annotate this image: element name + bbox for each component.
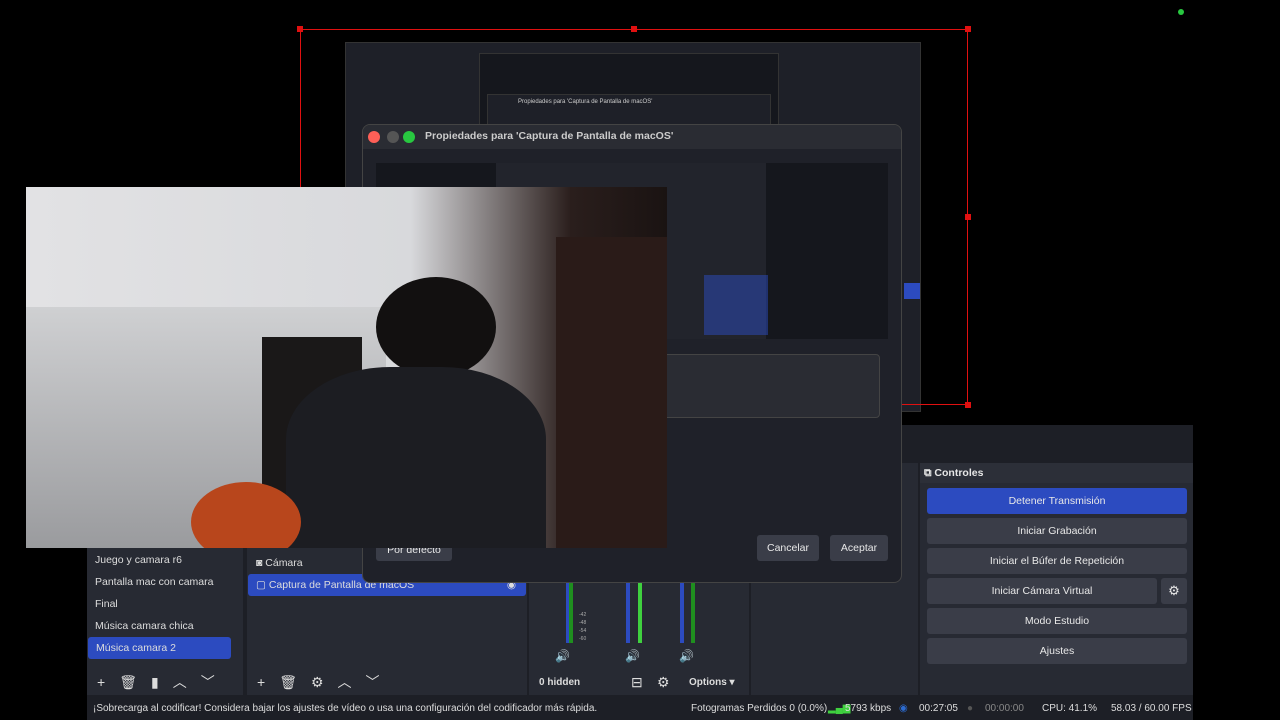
add-icon[interactable]: + bbox=[257, 674, 265, 690]
bitrate: 5793 kbps bbox=[845, 703, 892, 714]
scene-item[interactable]: Juego y camara r6 bbox=[87, 549, 243, 571]
studio-mode-button[interactable]: Modo Estudio bbox=[927, 608, 1187, 634]
virtual-camera-settings-gear-icon[interactable]: ⚙ bbox=[1161, 578, 1187, 604]
volume-icon[interactable]: 🔊 bbox=[625, 649, 640, 663]
settings-button[interactable]: Ajustes bbox=[927, 638, 1187, 664]
dialog-title: Propiedades para 'Captura de Pantalla de… bbox=[425, 130, 674, 142]
stream-time: 00:27:05 bbox=[919, 703, 958, 714]
scene-item[interactable]: Final bbox=[87, 593, 243, 615]
volume-icon[interactable]: 🔊 bbox=[555, 649, 570, 663]
scene-item[interactable]: Música camara chica bbox=[87, 615, 243, 637]
scenes-toolbar: + 🗑 ▮ ︿ ﹀ bbox=[87, 669, 243, 695]
add-icon[interactable]: + bbox=[97, 674, 105, 690]
accept-button[interactable]: Aceptar bbox=[830, 535, 888, 561]
controls-dock: ⧉ Controles Detener Transmisión Iniciar … bbox=[920, 463, 1193, 695]
encoder-warning: ¡Sobrecarga al codificar! Considera baja… bbox=[93, 703, 598, 714]
advanced-audio-icon[interactable]: ⚙ bbox=[657, 674, 683, 691]
sources-toolbar: + 🗑 ⚙ ︿ ﹀ bbox=[247, 669, 527, 695]
scene-item[interactable]: Pantalla mac con camara bbox=[87, 571, 243, 593]
close-icon[interactable] bbox=[368, 131, 380, 143]
minimize-icon[interactable] bbox=[387, 131, 399, 143]
trash-icon[interactable]: 🗑 bbox=[279, 674, 297, 691]
trash-icon[interactable]: 🗑 bbox=[119, 674, 137, 691]
virtual-camera-button[interactable]: Iniciar Cámara Virtual bbox=[927, 578, 1157, 604]
volume-icon[interactable]: 🔊 bbox=[679, 649, 694, 663]
record-icon: ● bbox=[967, 703, 974, 714]
replay-buffer-button[interactable]: Iniciar el Búfer de Repetición bbox=[927, 548, 1187, 574]
person-body bbox=[286, 367, 546, 548]
controls-icon: ⧉ bbox=[924, 467, 935, 479]
person-head bbox=[376, 277, 496, 377]
scene-item-selected[interactable]: Música camara 2 bbox=[88, 637, 231, 659]
meter-ticks: -42 -48 -54 -60 bbox=[579, 612, 587, 642]
chevron-up-icon[interactable]: ︿ bbox=[173, 672, 187, 692]
mixer-toolbar: 0 hidden ⊟ ⚙ Options ▾ bbox=[529, 669, 749, 695]
stop-streaming-button[interactable]: Detener Transmisión bbox=[927, 488, 1187, 514]
status-bar: ¡Sobrecarga al codificar! Considera baja… bbox=[87, 697, 1193, 720]
controls-title: ⧉ Controles bbox=[920, 463, 1193, 483]
zoom-icon[interactable] bbox=[403, 131, 415, 143]
record-time: 00:00:00 bbox=[985, 703, 1024, 714]
gear-icon[interactable]: ⚙ bbox=[311, 674, 324, 691]
display-icon: ▢ bbox=[256, 579, 269, 591]
chevron-down-icon[interactable]: ﹀ bbox=[201, 672, 215, 692]
options-button[interactable]: Options ▾ bbox=[689, 677, 735, 688]
dropped-frames: Fotogramas Perdidos 0 (0.0%) bbox=[691, 703, 828, 714]
fps: 58.03 / 60.00 FPS bbox=[1111, 703, 1192, 714]
hidden-count: 0 hidden bbox=[539, 676, 581, 688]
webcam-overlay bbox=[26, 187, 667, 548]
layout-icon[interactable]: ⊟ bbox=[631, 674, 657, 691]
start-recording-button[interactable]: Iniciar Grabación bbox=[927, 518, 1187, 544]
dialog-property-field[interactable] bbox=[658, 354, 880, 418]
source-label: Cámara bbox=[265, 557, 303, 569]
dresser bbox=[556, 237, 667, 548]
filter-icon[interactable]: ▮ bbox=[151, 674, 159, 691]
stream-icon: ◉ bbox=[899, 703, 908, 714]
cancel-button[interactable]: Cancelar bbox=[757, 535, 819, 561]
status-dot bbox=[1178, 9, 1184, 15]
dialog-titlebar: Propiedades para 'Captura de Pantalla de… bbox=[363, 125, 901, 149]
cpu-usage: CPU: 41.1% bbox=[1042, 703, 1098, 714]
chevron-down-icon[interactable]: ﹀ bbox=[366, 672, 380, 692]
camera-icon: ◙ bbox=[256, 557, 266, 569]
chevron-up-icon[interactable]: ︿ bbox=[338, 672, 352, 692]
